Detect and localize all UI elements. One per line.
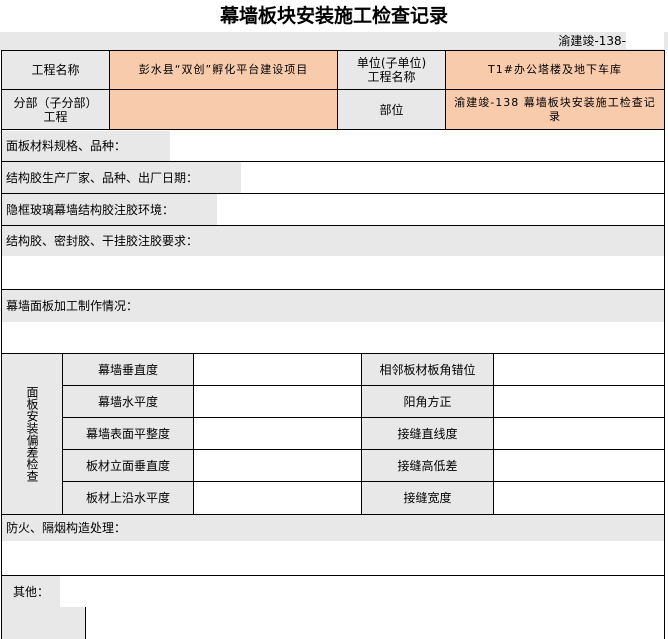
- adhesive-maker-label: 结构胶生产厂家、品种、出厂日期：: [2, 162, 241, 193]
- deviation-right-item: 相邻板材板角错位: [361, 353, 494, 386]
- glass-environment-label: 隐框玻璃幕墙结构胶注胶环境：: [2, 194, 217, 225]
- other-extra-label-cell: [2, 607, 85, 639]
- other-label: 其他：: [2, 576, 60, 607]
- deviation-right-value[interactable]: [493, 353, 665, 386]
- deviation-left-value[interactable]: [193, 481, 362, 515]
- unit-project-value[interactable]: T1#办公塔楼及地下车库: [445, 50, 665, 90]
- deviation-left-value[interactable]: [193, 353, 362, 386]
- deviation-right-item: 接缝宽度: [361, 481, 494, 515]
- deviation-left-value[interactable]: [193, 449, 362, 482]
- adhesive-maker-field[interactable]: [241, 162, 664, 193]
- unit-project-label: 单位(子单位) 工程名称: [337, 50, 446, 90]
- document-title: 幕墙板块安装施工检查记录: [219, 5, 448, 27]
- deviation-right-value[interactable]: [493, 417, 665, 450]
- adhesive-requirements-label: 结构胶、密封胶、干挂胶注胶要求：: [2, 226, 664, 256]
- glass-environment-field[interactable]: [217, 194, 664, 225]
- deviation-group-text: 面板安装偏差检查: [25, 386, 39, 482]
- deviation-right-item: 接缝直线度: [361, 417, 494, 450]
- deviation-right-value[interactable]: [493, 481, 665, 515]
- deviation-group-label: 面板安装偏差检查: [1, 353, 63, 515]
- deviation-left-item: 板材上沿水平度: [62, 481, 194, 515]
- deviation-left-item: 幕墙水平度: [62, 385, 194, 418]
- deviation-left-value[interactable]: [193, 385, 362, 418]
- panel-fabrication-field[interactable]: [2, 322, 664, 353]
- panel-material-field[interactable]: [170, 131, 664, 161]
- deviation-left-value[interactable]: [193, 417, 362, 450]
- project-name-value[interactable]: 彭水县“双创”孵化平台建设项目: [109, 50, 338, 90]
- subdivision-value[interactable]: [109, 89, 338, 130]
- project-name-label: 工程名称: [1, 50, 110, 90]
- deviation-right-item: 接缝高低差: [361, 449, 494, 482]
- deviation-right-value[interactable]: [493, 385, 665, 418]
- subdivision-label: 分部（子分部） 工程: [1, 89, 110, 130]
- deviation-right-item: 阳角方正: [361, 385, 494, 418]
- deviation-left-item: 幕墙垂直度: [62, 353, 194, 386]
- inspection-record-sheet: 幕墙板块安装施工检查记录 渝建竣-138- 工程名称 彭水县“双创”孵化平台建设…: [0, 0, 668, 639]
- adhesive-requirements-field[interactable]: [2, 256, 664, 289]
- deviation-right-value[interactable]: [493, 449, 665, 482]
- deviation-left-item: 幕墙表面平整度: [62, 417, 194, 450]
- doc-number-field[interactable]: [626, 32, 664, 49]
- panel-material-label: 面板材料规格、品种：: [2, 131, 170, 161]
- doc-number: 渝建竣-138-: [558, 34, 626, 48]
- fire-smoke-label: 防火、隔烟构造处理：: [2, 515, 664, 541]
- other-extra-field[interactable]: [86, 607, 664, 639]
- deviation-left-item: 板材立面垂直度: [62, 449, 194, 482]
- fire-smoke-field[interactable]: [2, 541, 664, 575]
- other-field[interactable]: [60, 576, 664, 607]
- part-value[interactable]: 渝建竣-138 幕墙板块安装施工检查记录: [445, 89, 665, 130]
- part-label: 部位: [337, 89, 446, 130]
- panel-fabrication-label: 幕墙面板加工制作情况：: [2, 290, 664, 322]
